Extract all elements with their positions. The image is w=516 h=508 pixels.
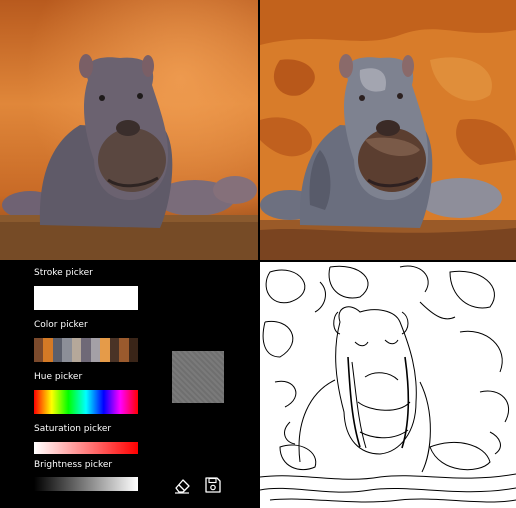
saturation-picker[interactable] (34, 442, 138, 454)
saturation-picker-label: Saturation picker (34, 424, 112, 434)
color-swatch[interactable] (109, 338, 120, 362)
brightness-picker-label: Brightness picker (34, 460, 113, 470)
color-swatch[interactable] (43, 338, 53, 362)
color-swatch[interactable] (71, 338, 82, 362)
color-swatch[interactable] (34, 338, 44, 362)
original-image (0, 0, 258, 260)
color-swatch[interactable] (52, 338, 63, 362)
color-swatch[interactable] (128, 338, 138, 362)
hue-picker[interactable] (34, 390, 138, 414)
hue-picker-label: Hue picker (34, 372, 83, 382)
color-swatch[interactable] (62, 338, 72, 362)
eraser-icon[interactable] (173, 476, 191, 494)
stroke-picker[interactable] (34, 286, 138, 310)
brightness-picker[interactable] (34, 477, 138, 491)
color-picker-label: Color picker (34, 320, 88, 330)
color-swatch[interactable] (81, 338, 91, 362)
color-swatch[interactable] (90, 338, 101, 362)
color-picker[interactable] (34, 338, 138, 362)
color-swatch[interactable] (119, 338, 129, 362)
posterized-image (260, 0, 516, 260)
save-icon[interactable] (204, 476, 222, 494)
stroke-picker-label: Stroke picker (34, 268, 93, 278)
color-swatch[interactable] (100, 338, 110, 362)
selected-color-preview (172, 351, 224, 403)
edge-image (260, 262, 516, 508)
picker-panel: Stroke picker Color picker Hue picker Sa… (0, 262, 258, 508)
